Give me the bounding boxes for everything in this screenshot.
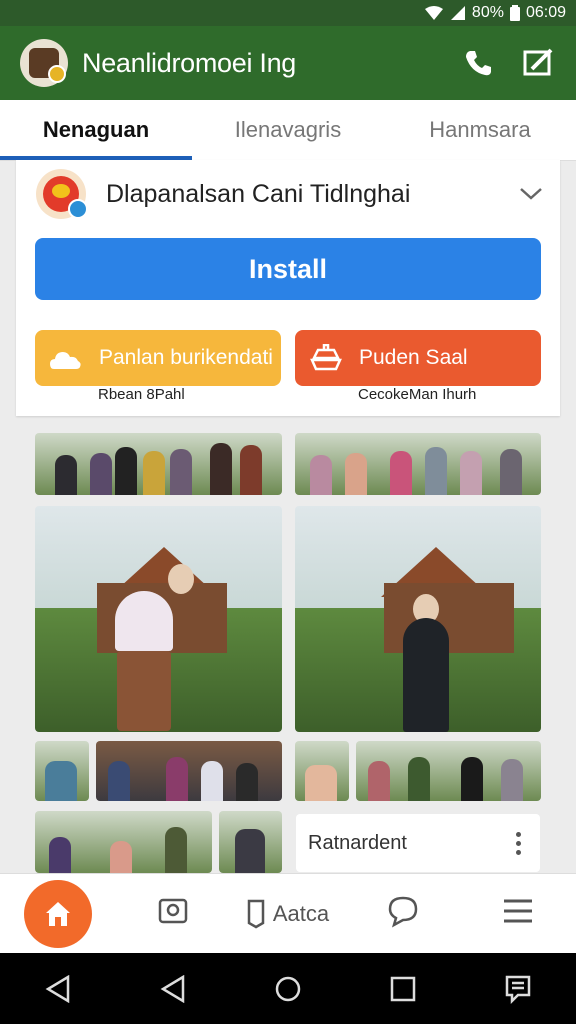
recents-icon[interactable]	[383, 969, 423, 1009]
notes-icon[interactable]	[498, 969, 538, 1009]
app-name: Dlapanalsan Cani Tidlnghai	[106, 179, 411, 208]
install-button[interactable]: Install	[35, 238, 541, 300]
app-title: Neanlidromoei Ing	[82, 47, 297, 78]
phone-icon[interactable]	[456, 41, 500, 85]
action-button-primary[interactable]: Panlan burikendati	[35, 330, 281, 386]
action-primary-sublabel: Rbean 8Pahl	[98, 386, 185, 403]
status-bar: 80% 06:09	[0, 0, 576, 26]
nav-home[interactable]	[0, 880, 115, 948]
gallery-photo-4[interactable]	[295, 506, 541, 732]
gallery-photo-8[interactable]	[356, 741, 541, 801]
app-logo[interactable]	[20, 39, 68, 87]
bookmark-icon	[247, 899, 265, 929]
tab-hanmsara[interactable]: Hanmsara	[384, 100, 576, 160]
gallery-photo-9[interactable]	[35, 811, 212, 873]
system-nav-bar	[0, 953, 576, 1024]
app-card: Dlapanalsan Cani Tidlnghai Install Panla…	[16, 160, 560, 416]
clock: 06:09	[525, 4, 566, 21]
gallery-note-label: Ratnardent	[308, 831, 407, 854]
gallery-photo-6[interactable]	[96, 741, 282, 801]
wifi-icon	[424, 5, 444, 21]
cloud-icon	[49, 343, 83, 373]
gallery-photo-7[interactable]	[295, 741, 349, 801]
chevron-down-icon[interactable]	[516, 179, 546, 209]
back-icon[interactable]	[38, 969, 78, 1009]
app-header: Dlapanalsan Cani Tidlnghai	[36, 166, 546, 222]
bottom-nav: Aatca	[0, 873, 576, 954]
battery-percent: 80%	[471, 4, 504, 21]
app-icon	[36, 169, 88, 219]
cell-signal-icon	[450, 5, 466, 21]
gallery-photo-3[interactable]	[35, 506, 282, 732]
battery-icon	[509, 5, 520, 21]
nav-chat[interactable]	[346, 894, 461, 934]
gallery-photo-1[interactable]	[35, 433, 282, 495]
compose-icon[interactable]	[516, 41, 560, 85]
home-icon	[23, 880, 92, 948]
gallery-note-card[interactable]: Ratnardent	[296, 814, 540, 872]
tab-nenaguan[interactable]: Nenaguan	[0, 100, 192, 160]
app-bar: Neanlidromoei Ing	[0, 26, 576, 100]
action-secondary-sublabel: CecokeMan Ihurh	[358, 386, 477, 403]
action-button-primary-label: Panlan burikendati	[99, 346, 273, 369]
nav-profile[interactable]	[115, 894, 230, 934]
ship-icon	[309, 343, 343, 373]
gallery-photo-2[interactable]	[295, 433, 541, 495]
nav-bookmark-label: Aatca	[272, 901, 330, 926]
profile-icon	[156, 894, 190, 934]
back-icon[interactable]	[153, 969, 193, 1009]
nav-bookmark[interactable]: Aatca	[230, 899, 345, 929]
menu-icon	[502, 897, 534, 931]
tab-bar: Nenaguan Ilenavagris Hanmsara	[0, 100, 576, 161]
home-circle-icon[interactable]	[268, 969, 308, 1009]
nav-menu[interactable]	[461, 897, 576, 931]
gallery-photo-5[interactable]	[35, 741, 89, 801]
more-options-icon[interactable]	[508, 828, 528, 858]
photo-gallery: Ratnardent	[0, 416, 576, 876]
gallery-photo-10[interactable]	[219, 811, 282, 873]
tab-ilenavagris[interactable]: Ilenavagris	[192, 100, 384, 160]
action-button-secondary-label: Puden Saal	[359, 346, 468, 369]
action-button-secondary[interactable]: Puden Saal	[295, 330, 541, 386]
chat-icon	[386, 894, 420, 934]
